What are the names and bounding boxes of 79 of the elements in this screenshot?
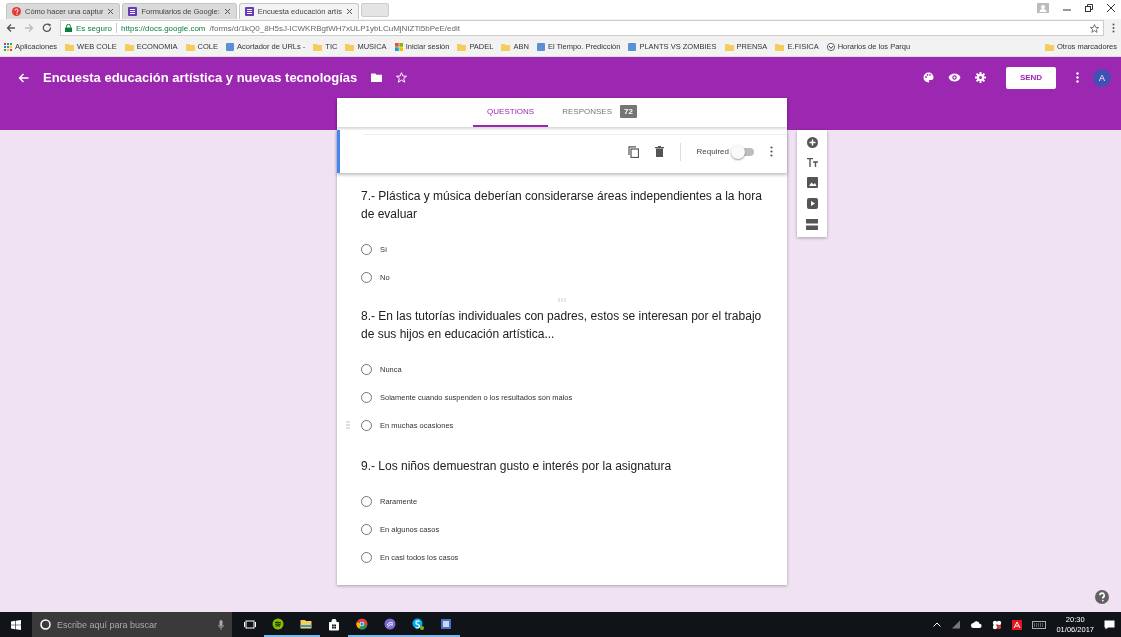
windows-icon xyxy=(394,42,403,51)
star-icon[interactable] xyxy=(1090,23,1099,33)
form-icon xyxy=(244,7,254,16)
chat-app-icon[interactable] xyxy=(412,617,424,630)
account-avatar[interactable]: A xyxy=(1093,68,1111,87)
video-icon[interactable] xyxy=(806,198,818,209)
folder-icon xyxy=(1044,42,1054,51)
preview-eye-icon[interactable] xyxy=(948,73,961,82)
windows-start-icon[interactable] xyxy=(11,619,21,630)
close-icon[interactable] xyxy=(1107,4,1115,12)
security-label: Es seguro xyxy=(76,23,113,33)
address-bar[interactable]: Es seguro https://docs.google.com /forms/d/1kQ0_8H5sJ-ICWKRBgtWH7xULP1ybLCuMjNIZTi5bPeE/edit xyxy=(60,20,1104,36)
question-title: 9.- Los niños demuestran gusto e interés por la asignatura xyxy=(361,458,673,475)
send-button[interactable]: SEND xyxy=(1006,66,1056,89)
folder-icon[interactable] xyxy=(300,617,312,630)
form-icon xyxy=(128,7,138,16)
close-icon[interactable] xyxy=(107,8,115,15)
required-toggle[interactable] xyxy=(734,147,754,156)
more-icon[interactable] xyxy=(770,146,773,157)
network-icon[interactable] xyxy=(951,620,962,629)
cortana-icon xyxy=(40,619,51,630)
folder-icon xyxy=(457,42,467,51)
response-count-badge: 72 xyxy=(620,105,637,118)
help-icon[interactable] xyxy=(1095,590,1109,604)
folder-icon xyxy=(185,42,195,51)
document-app-icon[interactable] xyxy=(440,617,452,630)
required-label: Required xyxy=(696,147,729,156)
url-path: /forms/d/1kQ0_8H5sJ-ICWKRBgtWH7xULP1ybLCuMjNIZTi5bPeE/edit xyxy=(209,23,460,33)
question-title: 7.- Plástica y música deberían considerarse áreas independientes a la hora de evaluar xyxy=(361,188,763,223)
music-app-icon[interactable] xyxy=(272,617,284,630)
task-view-icon[interactable] xyxy=(244,618,256,631)
bookmark-icon xyxy=(536,42,545,51)
apps-icon xyxy=(4,42,12,51)
folder-icon xyxy=(124,42,134,51)
bookmark-icon xyxy=(628,42,637,51)
torrent-app-icon[interactable] xyxy=(384,617,396,630)
close-icon[interactable] xyxy=(346,8,353,15)
keyboard-icon[interactable] xyxy=(1032,620,1047,629)
duplicate-icon[interactable] xyxy=(627,145,639,158)
back-icon[interactable] xyxy=(6,23,16,33)
folder-icon xyxy=(313,42,323,51)
restore-icon[interactable] xyxy=(1085,4,1093,12)
taskbar-search-field[interactable]: Escribe aquí para buscar xyxy=(32,612,232,637)
image-icon[interactable] xyxy=(806,177,818,188)
microphone-icon xyxy=(218,619,224,630)
form-tab[interactable]: RESPONSES 72 xyxy=(548,98,651,127)
palette-icon[interactable] xyxy=(923,72,934,83)
folder-icon xyxy=(501,42,511,51)
folder-icon xyxy=(65,42,75,51)
form-tab[interactable]: QUESTIONS xyxy=(473,98,549,127)
section-icon[interactable] xyxy=(806,219,818,230)
app-tray-icon[interactable] xyxy=(992,619,1003,630)
notifications-icon[interactable] xyxy=(1104,619,1115,630)
cloud-icon[interactable] xyxy=(971,621,983,628)
globe-icon xyxy=(826,42,835,51)
settings-icon[interactable] xyxy=(975,72,986,83)
close-icon[interactable] xyxy=(223,8,231,15)
text-icon[interactable] xyxy=(806,158,818,167)
antivirus-icon[interactable] xyxy=(1012,619,1023,630)
folder-icon[interactable] xyxy=(371,73,383,82)
delete-icon[interactable] xyxy=(654,146,664,157)
url-host: https://docs.google.com xyxy=(121,23,206,33)
bookmark-icon xyxy=(226,42,234,51)
folder-icon xyxy=(775,42,785,51)
reload-icon[interactable] xyxy=(42,23,52,33)
question-title: 8.- En las tutorías individuales con padres, estos se interesan por el trabajo de sus hijos en educación artística... xyxy=(361,308,763,343)
folder-icon xyxy=(724,42,734,51)
browser-icon[interactable] xyxy=(356,617,368,630)
form-title: Encuesta educación artística y nuevas tecnologías xyxy=(43,70,358,85)
menu-icon[interactable] xyxy=(1112,23,1115,33)
add-icon[interactable] xyxy=(806,137,818,148)
help-icon xyxy=(12,7,21,16)
lock-icon xyxy=(65,24,72,32)
back-arrow-icon[interactable] xyxy=(18,72,29,83)
folder-icon xyxy=(345,42,355,51)
search-placeholder: Escribe aquí para buscar xyxy=(57,619,159,630)
store-bag-icon[interactable] xyxy=(328,618,340,631)
chevron-up-icon[interactable] xyxy=(933,622,942,627)
more-icon[interactable] xyxy=(1076,72,1079,83)
